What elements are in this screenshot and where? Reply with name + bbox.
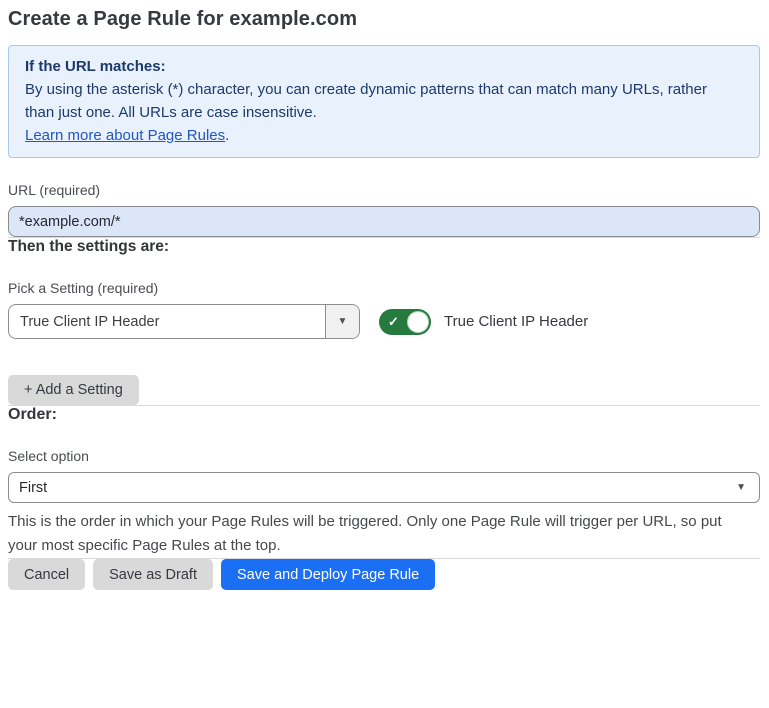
toggle-label: True Client IP Header (444, 313, 588, 330)
pick-setting-label: Pick a Setting (required) (8, 280, 760, 296)
order-select[interactable]: First ▼ (8, 472, 760, 503)
cancel-button[interactable]: Cancel (8, 559, 85, 590)
true-client-ip-toggle[interactable]: ✓ (379, 309, 431, 335)
toggle-knob (407, 311, 429, 333)
order-section-heading: Order: (8, 406, 760, 424)
link-suffix: . (225, 127, 229, 144)
save-and-deploy-button[interactable]: Save and Deploy Page Rule (221, 559, 435, 590)
chevron-down-icon: ▼ (338, 317, 348, 327)
info-box-body: By using the asterisk (*) character, you… (25, 78, 725, 124)
save-as-draft-button[interactable]: Save as Draft (93, 559, 213, 590)
url-field-label: URL (required) (8, 182, 760, 198)
add-setting-button[interactable]: + Add a Setting (8, 375, 139, 405)
setting-dropdown[interactable]: True Client IP Header ▼ (8, 304, 360, 339)
setting-dropdown-value: True Client IP Header (9, 305, 325, 338)
info-box-link-line: Learn more about Page Rules. (25, 124, 743, 147)
learn-more-link[interactable]: Learn more about Page Rules (25, 127, 225, 144)
create-page-rule-form: Create a Page Rule for example.com If th… (0, 0, 769, 604)
check-icon: ✓ (388, 315, 399, 328)
order-select-value: First (19, 480, 736, 496)
order-help-text: This is the order in which your Page Rul… (8, 510, 753, 558)
setting-dropdown-arrow-box[interactable]: ▼ (325, 305, 359, 338)
setting-row: True Client IP Header ▼ ✓ True Client IP… (8, 304, 760, 339)
footer-buttons: Cancel Save as Draft Save and Deploy Pag… (8, 559, 760, 590)
select-option-label: Select option (8, 448, 760, 464)
info-box-heading: If the URL matches: (25, 55, 743, 78)
url-input[interactable] (8, 206, 760, 237)
url-match-info-box: If the URL matches: By using the asteris… (8, 45, 760, 158)
chevron-down-icon: ▼ (736, 483, 746, 493)
page-title: Create a Page Rule for example.com (8, 8, 760, 31)
settings-section-heading: Then the settings are: (8, 238, 760, 256)
